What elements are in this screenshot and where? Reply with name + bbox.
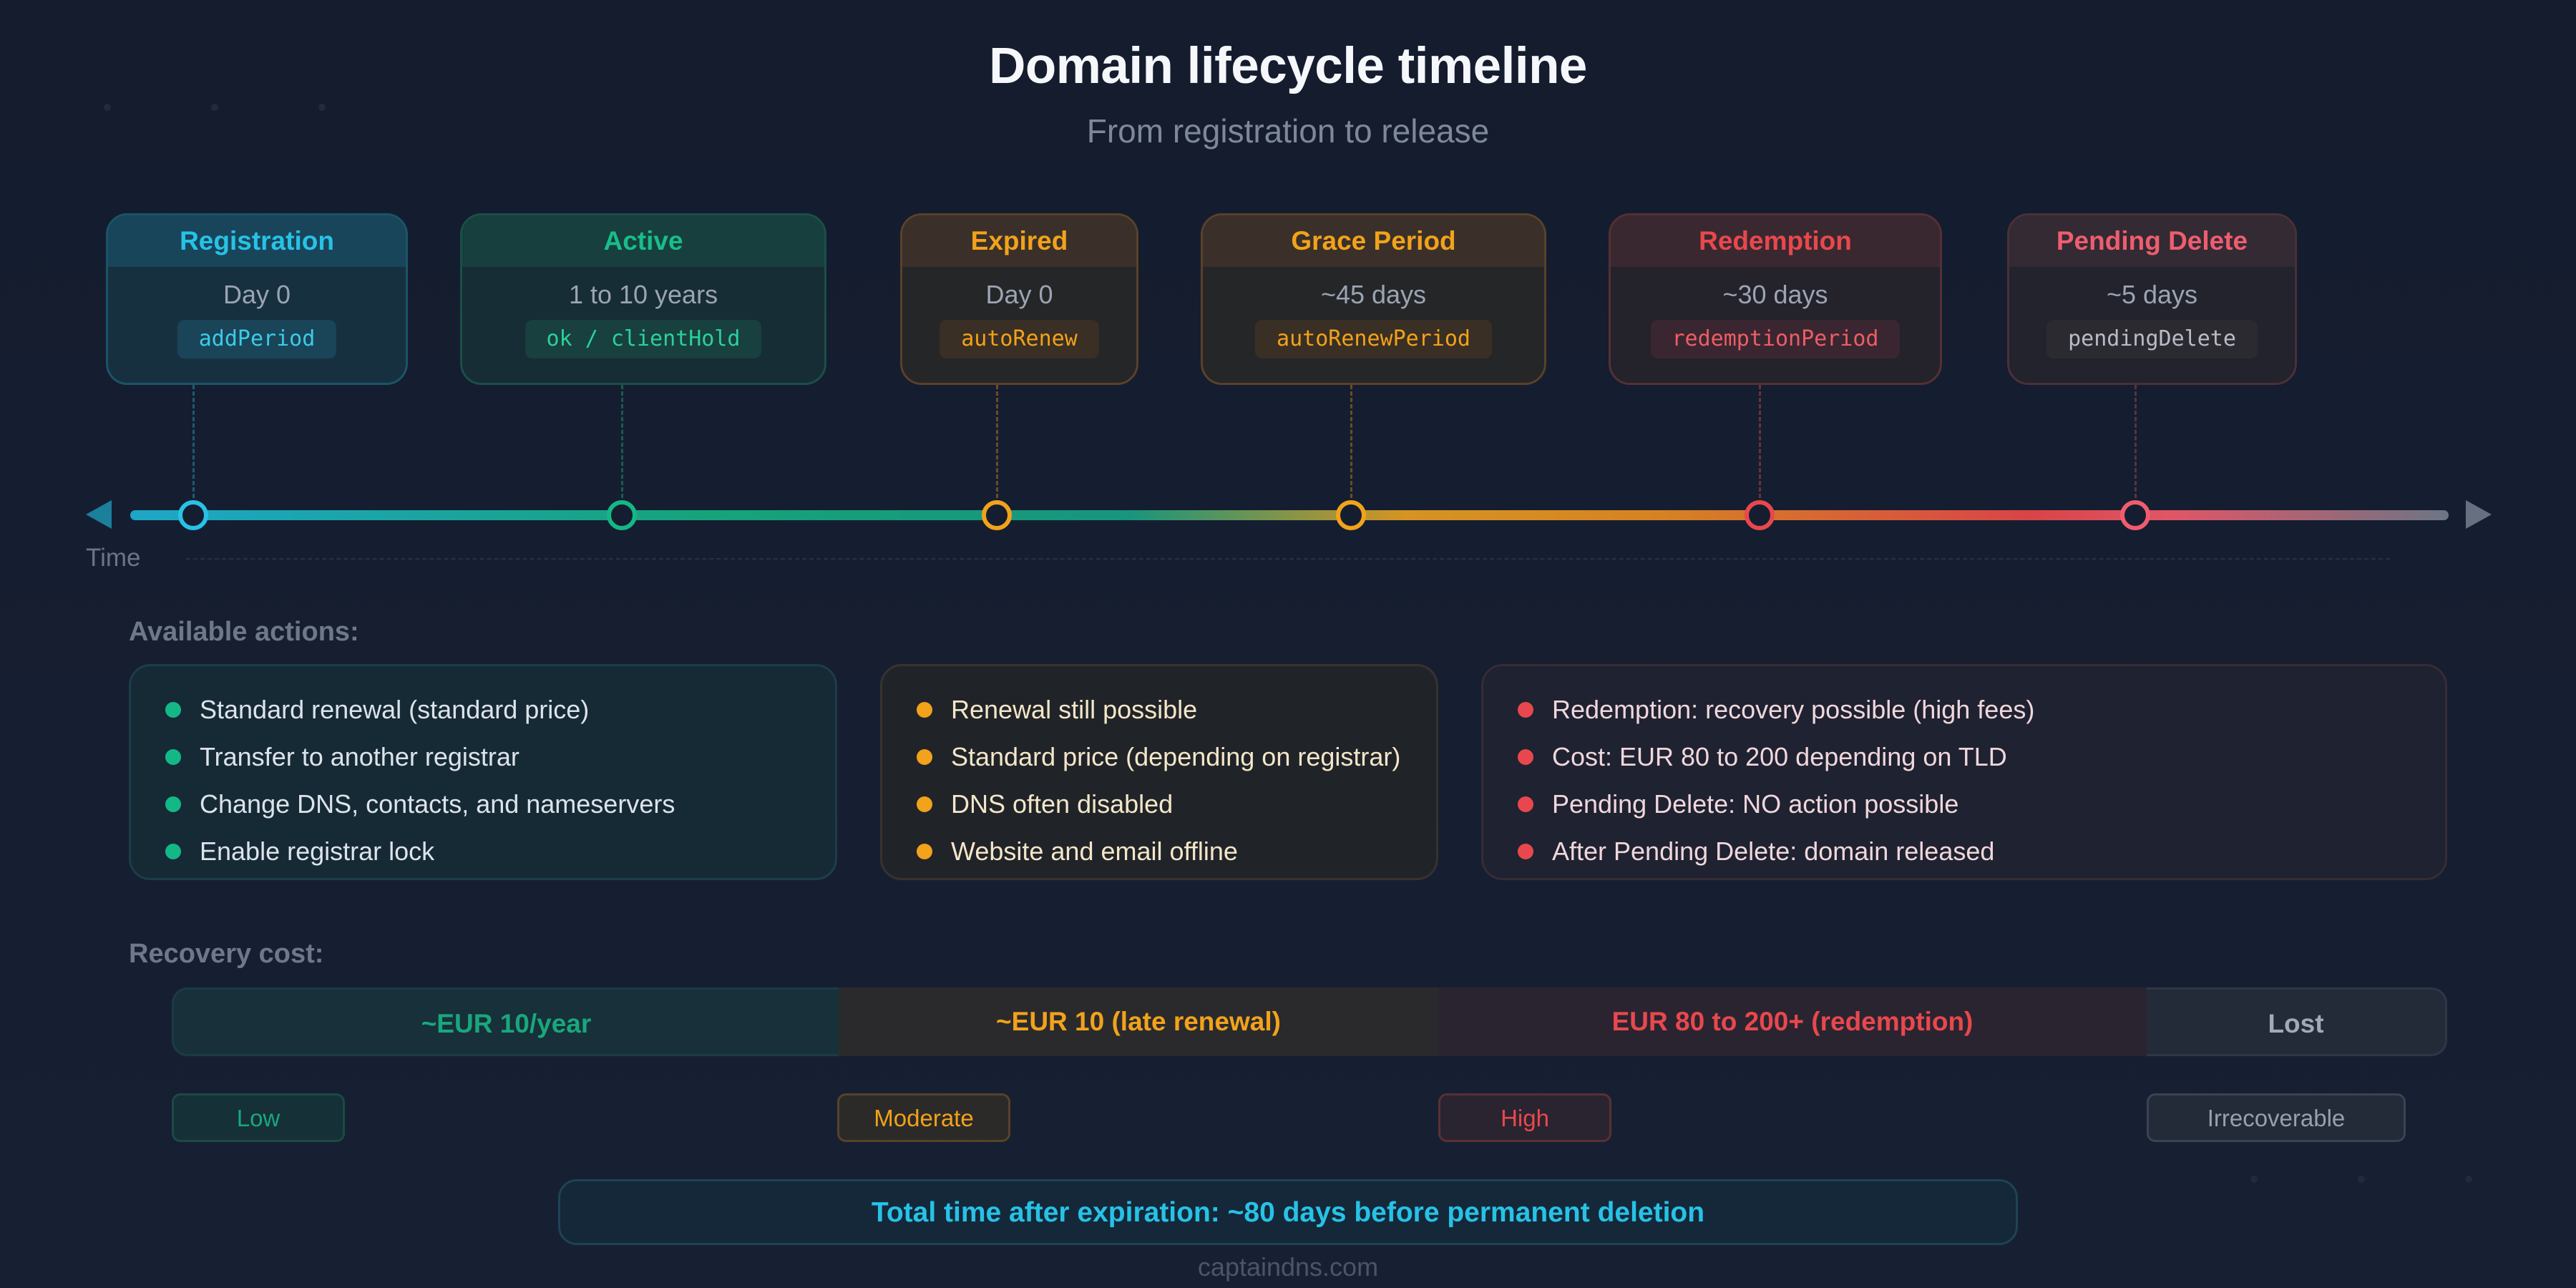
bullet-dot-icon bbox=[1518, 749, 1533, 765]
connector-line bbox=[1759, 385, 1761, 498]
phase-name: Pending Delete bbox=[2009, 215, 2295, 267]
bullet-dot-icon bbox=[165, 796, 181, 812]
connector-line bbox=[621, 385, 623, 498]
bullet-dot-icon bbox=[917, 702, 932, 718]
decorative-dot bbox=[2465, 1176, 2472, 1183]
connector-line bbox=[996, 385, 998, 498]
bullet-dot-icon bbox=[917, 749, 932, 765]
phase-name: Active bbox=[462, 215, 824, 267]
list-item: DNS often disabled bbox=[882, 781, 1436, 828]
actions-box-active: Standard renewal (standard price) Transf… bbox=[129, 664, 837, 880]
cost-level-badge-moderate: Moderate bbox=[837, 1093, 1010, 1142]
phase-card-registration: Registration Day 0 addPeriod bbox=[106, 213, 408, 385]
list-item: Cost: EUR 80 to 200 depending on TLD bbox=[1483, 733, 2445, 781]
list-item: Pending Delete: NO action possible bbox=[1483, 781, 2445, 828]
timeline-bar bbox=[130, 510, 2449, 520]
list-item: Change DNS, contacts, and nameservers bbox=[131, 781, 835, 828]
decorative-dot bbox=[2250, 1176, 2258, 1183]
phase-name: Expired bbox=[902, 215, 1136, 267]
list-item: Redemption: recovery possible (high fees… bbox=[1483, 686, 2445, 733]
actions-box-redemption: Redemption: recovery possible (high fees… bbox=[1481, 664, 2447, 880]
cost-level-badge-low: Low bbox=[172, 1093, 345, 1142]
phase-status-code: redemptionPeriod bbox=[1650, 320, 1901, 358]
phase-name: Registration bbox=[108, 215, 406, 267]
cost-segment-redemption: EUR 80 to 200+ (redemption) bbox=[1438, 987, 2147, 1056]
bullet-dot-icon bbox=[917, 796, 932, 812]
phase-duration: ~45 days bbox=[1320, 280, 1427, 309]
list-item: Website and email offline bbox=[882, 828, 1436, 875]
cost-segment-lost: Lost bbox=[2147, 987, 2447, 1056]
decorative-dot bbox=[318, 104, 326, 111]
phase-card-grace-period: Grace Period ~45 days autoRenewPeriod bbox=[1201, 213, 1546, 385]
timeline-marker-pending-delete bbox=[2120, 500, 2150, 530]
list-item: Transfer to another registrar bbox=[131, 733, 835, 781]
list-item: Standard renewal (standard price) bbox=[131, 686, 835, 733]
phase-card-expired: Expired Day 0 autoRenew bbox=[900, 213, 1138, 385]
cost-level-badge-irrecoverable: Irrecoverable bbox=[2147, 1093, 2406, 1142]
list-item: Standard price (depending on registrar) bbox=[882, 733, 1436, 781]
decorative-dot bbox=[2358, 1176, 2365, 1183]
list-item: Enable registrar lock bbox=[131, 828, 835, 875]
phase-status-code: autoRenew bbox=[940, 320, 1099, 358]
bullet-dot-icon bbox=[165, 844, 181, 859]
phase-duration: Day 0 bbox=[223, 280, 291, 309]
bullet-dot-icon bbox=[1518, 702, 1533, 718]
timeline-marker-grace-period bbox=[1336, 500, 1366, 530]
footer-credit: captaindns.com bbox=[1197, 1252, 1379, 1282]
timeline-axis-guide bbox=[186, 558, 2390, 560]
bullet-dot-icon bbox=[1518, 844, 1533, 859]
decorative-dot bbox=[211, 104, 218, 111]
decorative-dot bbox=[104, 104, 111, 111]
phase-status-code: pendingDelete bbox=[2046, 320, 2258, 358]
phase-duration: 1 to 10 years bbox=[568, 280, 718, 309]
total-time-banner: Total time after expiration: ~80 days be… bbox=[558, 1179, 2018, 1245]
cost-segment-active: ~EUR 10/year bbox=[172, 987, 839, 1056]
phase-card-pending-delete: Pending Delete ~5 days pendingDelete bbox=[2007, 213, 2297, 385]
actions-box-expired: Renewal still possible Standard price (d… bbox=[880, 664, 1438, 880]
phase-status-code: autoRenewPeriod bbox=[1255, 320, 1492, 358]
actions-heading: Available actions: bbox=[129, 617, 359, 647]
phase-card-active: Active 1 to 10 years ok / clientHold bbox=[460, 213, 826, 385]
cost-level-badge-high: High bbox=[1438, 1093, 1611, 1142]
timeline-marker-active bbox=[607, 500, 637, 530]
list-item: After Pending Delete: domain released bbox=[1483, 828, 2445, 875]
timeline-marker-expired bbox=[982, 500, 1012, 530]
timeline-end-arrow-icon bbox=[2466, 500, 2492, 529]
bullet-dot-icon bbox=[165, 749, 181, 765]
phase-card-redemption: Redemption ~30 days redemptionPeriod bbox=[1609, 213, 1942, 385]
timeline-start-arrow-icon bbox=[86, 500, 112, 529]
phase-duration: ~5 days bbox=[2106, 280, 2198, 309]
list-item: Renewal still possible bbox=[882, 686, 1436, 733]
phase-duration: Day 0 bbox=[985, 280, 1053, 309]
timeline-marker-redemption bbox=[1745, 500, 1775, 530]
connector-line bbox=[192, 385, 195, 498]
phase-name: Redemption bbox=[1611, 215, 1940, 267]
bullet-dot-icon bbox=[917, 844, 932, 859]
phase-duration: ~30 days bbox=[1722, 280, 1828, 309]
page-subtitle: From registration to release bbox=[1086, 112, 1490, 150]
recovery-cost-heading: Recovery cost: bbox=[129, 939, 324, 969]
phase-status-code: ok / clientHold bbox=[525, 320, 762, 358]
connector-line bbox=[1350, 385, 1352, 498]
cost-segment-expired: ~EUR 10 (late renewal) bbox=[839, 987, 1438, 1056]
bullet-dot-icon bbox=[165, 702, 181, 718]
timeline-axis-label: Time bbox=[86, 544, 141, 572]
phase-status-code: addPeriod bbox=[177, 320, 337, 358]
connector-line bbox=[2135, 385, 2137, 498]
page-title: Domain lifecycle timeline bbox=[989, 38, 1587, 94]
bullet-dot-icon bbox=[1518, 796, 1533, 812]
timeline-marker-registration bbox=[178, 500, 208, 530]
phase-name: Grace Period bbox=[1203, 215, 1544, 267]
